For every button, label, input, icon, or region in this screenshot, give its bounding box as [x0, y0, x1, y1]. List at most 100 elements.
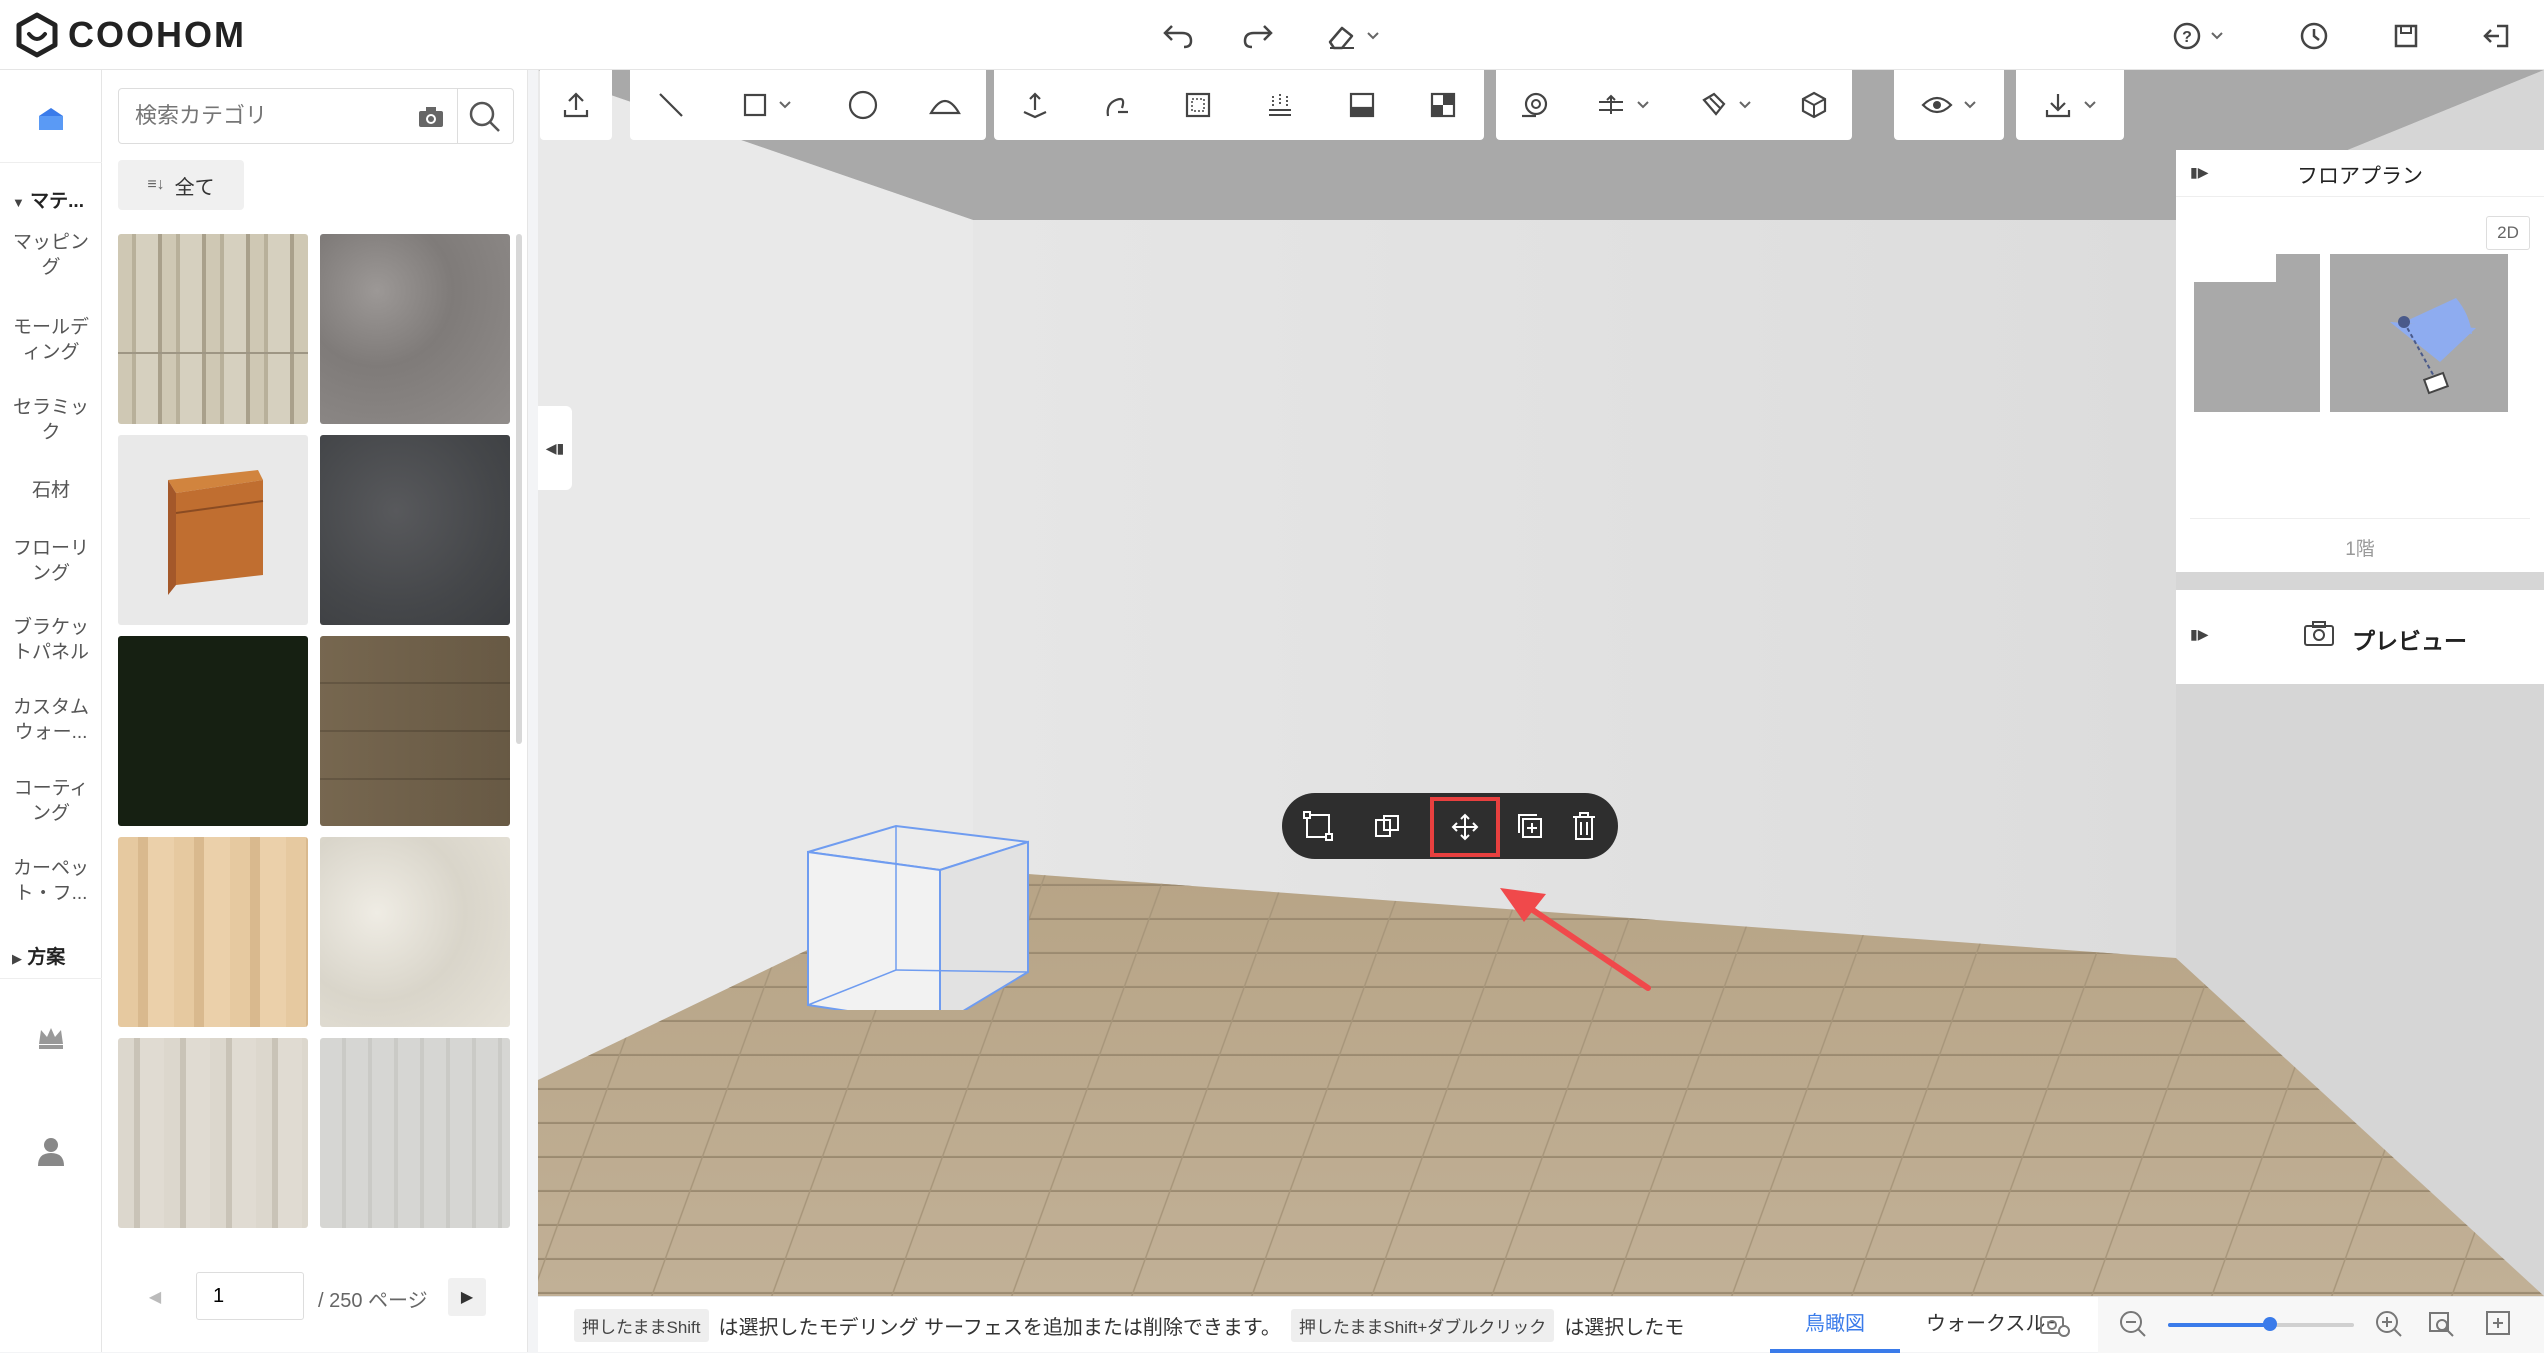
rail-item-flooring[interactable]: フローリング: [0, 536, 102, 586]
user-icon[interactable]: [34, 1134, 68, 1168]
view-mode-toggle[interactable]: 2D: [2486, 216, 2530, 250]
panel-collapse-icon[interactable]: ▮▶: [2190, 626, 2214, 646]
align-icon[interactable]: [1364, 804, 1408, 848]
undo-icon[interactable]: [1156, 14, 1200, 58]
caret-right-icon: ▶: [12, 951, 22, 966]
paint-brush-icon[interactable]: [1674, 70, 1776, 140]
history-icon[interactable]: [2292, 14, 2336, 58]
rail-section-materials[interactable]: ▼ マテ...: [12, 186, 84, 213]
arc-tool-icon[interactable]: [904, 70, 986, 140]
transform-icon[interactable]: [1296, 804, 1340, 848]
floor-label[interactable]: 1階: [2176, 534, 2544, 561]
divider: [0, 162, 102, 163]
offset-icon[interactable]: [1157, 70, 1239, 140]
exit-icon[interactable]: [2474, 14, 2518, 58]
preview-panel[interactable]: ▮▶ プレビュー: [2176, 590, 2544, 684]
collapse-catalog-handle[interactable]: ◀▮: [538, 406, 572, 490]
split-surface-icon[interactable]: [1321, 70, 1403, 140]
rail-section-plan[interactable]: ▶ 方案: [12, 942, 65, 969]
eraser-icon[interactable]: [1318, 14, 1388, 58]
material-tile[interactable]: [320, 435, 510, 625]
chevron-down-icon: [2084, 101, 2096, 109]
zoom-slider[interactable]: [2168, 1317, 2354, 1331]
toolbar-group-draw: [630, 70, 986, 140]
component-icon[interactable]: [1776, 70, 1852, 140]
material-tile[interactable]: [118, 234, 308, 424]
divider: [2176, 196, 2544, 197]
rail-item-molding[interactable]: モールディング: [0, 315, 102, 365]
zoom-in-icon[interactable]: [2374, 1309, 2406, 1341]
crown-icon[interactable]: [34, 1020, 68, 1054]
filter-all-button[interactable]: ≡↓ 全て: [118, 160, 244, 210]
rail-item-custom-wall[interactable]: カスタムウォー...: [0, 695, 102, 745]
upload-icon[interactable]: [540, 70, 612, 140]
preview-title: プレビュー: [2352, 628, 2467, 654]
materials-icon[interactable]: [31, 100, 71, 140]
help-icon[interactable]: ?: [2166, 14, 2230, 58]
dimension-icon[interactable]: [1572, 70, 1674, 140]
material-tile[interactable]: [118, 837, 308, 1027]
selected-box[interactable]: [778, 810, 1098, 1010]
logo: COOHOM: [14, 10, 246, 60]
chevron-down-icon: [779, 101, 791, 109]
zoom-slider-fill: [2168, 1323, 2271, 1327]
rail-item-mapping[interactable]: マッピング: [0, 230, 102, 280]
sort-icon: ≡↓: [147, 176, 165, 193]
eye-icon[interactable]: [1894, 70, 2004, 140]
toolbar-group-modify: [994, 70, 1484, 140]
divider: [2190, 518, 2530, 519]
material-brush-icon[interactable]: [1402, 70, 1484, 140]
material-tile[interactable]: [320, 234, 510, 424]
hint-text: は選択したモデリング サーフェスを追加または削除できます。: [718, 1317, 1281, 1339]
duplicate-icon[interactable]: [1508, 804, 1552, 848]
next-page-button[interactable]: ▶: [448, 1278, 486, 1316]
fullscreen-icon[interactable]: [2484, 1309, 2516, 1341]
toolbar-group-view: [1894, 70, 2004, 140]
rail-item-ceramic[interactable]: セラミック: [0, 395, 102, 445]
download-icon[interactable]: [2016, 70, 2124, 140]
camera-search-icon[interactable]: [415, 101, 447, 133]
rail-item-carpet[interactable]: カーペット・フ...: [0, 856, 102, 906]
push-pull-icon[interactable]: [994, 70, 1076, 140]
search-input[interactable]: [119, 89, 409, 143]
rectangle-tool-icon[interactable]: [712, 70, 822, 140]
rail-item-coating[interactable]: コーティング: [0, 776, 102, 826]
camera-settings-icon[interactable]: [2038, 1309, 2070, 1341]
circle-tool-icon[interactable]: [822, 70, 904, 140]
line-tool-icon[interactable]: [630, 70, 712, 140]
search-icon[interactable]: [467, 99, 503, 135]
material-tile[interactable]: [118, 435, 308, 625]
material-tile[interactable]: [118, 1038, 308, 1228]
tab-walkthrough[interactable]: ウォークスルー: [1914, 1297, 2054, 1353]
molding-preview: [168, 470, 264, 595]
catalog-scrollbar[interactable]: [516, 234, 522, 744]
divider: [0, 978, 102, 979]
sweep-icon[interactable]: [1076, 70, 1158, 140]
move-icon[interactable]: [1430, 797, 1500, 857]
material-tile[interactable]: [320, 636, 510, 826]
toolbar-group-import: [540, 70, 612, 140]
redo-icon[interactable]: [1236, 14, 1280, 58]
tape-measure-icon[interactable]: [1496, 70, 1572, 140]
zoom-slider-knob[interactable]: [2263, 1317, 2278, 1331]
chevron-down-icon: [1964, 101, 1976, 109]
array-icon[interactable]: [1239, 70, 1321, 140]
save-icon[interactable]: [2384, 14, 2428, 58]
prev-page-button[interactable]: ◀: [136, 1278, 174, 1316]
zoom-out-icon[interactable]: [2118, 1309, 2150, 1341]
zoom-fit-icon[interactable]: [2426, 1309, 2458, 1341]
rail-item-stone[interactable]: 石材: [0, 478, 102, 503]
tab-birdseye[interactable]: 鳥瞰図: [1770, 1297, 1900, 1353]
material-tile[interactable]: [320, 1038, 510, 1228]
page-number-input[interactable]: [196, 1272, 304, 1320]
status-bar: 押したままShift は選択したモデリング サーフェスを追加または削除できます。…: [538, 1296, 2544, 1353]
delete-icon[interactable]: [1562, 804, 1606, 848]
material-tile[interactable]: [118, 636, 308, 826]
floorplan-map[interactable]: [2190, 210, 2530, 440]
material-tile[interactable]: [320, 837, 510, 1027]
brand-name: COOHOM: [68, 14, 246, 55]
left-rail: ▼ マテ... マッピング モールディング セラミック 石材 フローリング ブラ…: [0, 70, 102, 1352]
caret-down-icon: ▼: [12, 195, 25, 210]
toolbar-group-export: [2016, 70, 2124, 140]
rail-item-bracket-panel[interactable]: ブラケットパネル: [0, 615, 102, 665]
